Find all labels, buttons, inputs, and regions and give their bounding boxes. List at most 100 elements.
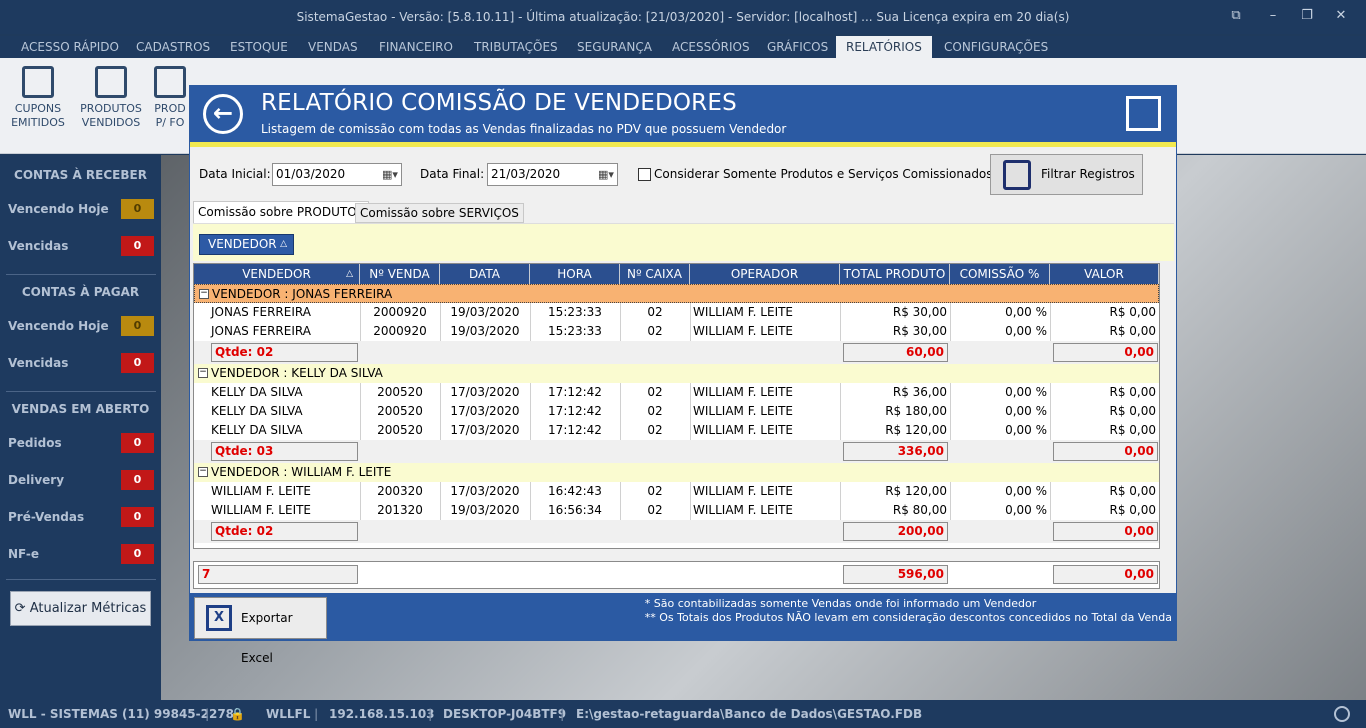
collapse-icon[interactable]: − xyxy=(199,289,209,299)
menu-estoque[interactable]: ESTOQUE xyxy=(220,36,298,58)
col-vendedor[interactable]: VENDEDOR △ xyxy=(194,264,360,284)
table-cell: 200320 xyxy=(377,484,423,498)
receber-title: CONTAS À RECEBER xyxy=(14,168,147,182)
column-divider xyxy=(690,501,691,520)
table-row[interactable]: WILLIAM F. LEITE 200320 17/03/2020 16:42:43… xyxy=(194,482,1159,501)
column-divider xyxy=(530,303,531,322)
column-divider xyxy=(620,421,621,440)
menu-relatorios[interactable]: RELATÓRIOS xyxy=(836,36,932,58)
group-summary-row: Qtde: 02 60,00 0,00 xyxy=(194,341,1159,364)
table-cell: 16:56:34 xyxy=(548,503,602,517)
table-cell: 02 xyxy=(647,484,663,498)
atualizar-metricas-button[interactable]: ⟳ Atualizar Métricas xyxy=(10,591,151,626)
report-dialog: ← RELATÓRIO COMISSÃO DE VENDEDORES Lista… xyxy=(189,85,1177,665)
group-row[interactable]: − VENDEDOR : JONAS FERREIRA xyxy=(194,284,1159,303)
col-valor-comissao[interactable]: VALOR COMISSÃO xyxy=(1050,264,1159,301)
table-cell: 17:12:42 xyxy=(548,423,602,437)
menu-tributacoes[interactable]: TRIBUTAÇÕES xyxy=(464,36,568,58)
date-end-field[interactable]: 21/03/2020 ▦▾ xyxy=(487,163,618,186)
menu-graficos[interactable]: GRÁFICOS xyxy=(757,36,838,58)
tab-servicos[interactable]: Comissão sobre SERVIÇOS xyxy=(355,203,524,223)
table-cell: 2000920 xyxy=(373,305,427,319)
column-divider xyxy=(530,421,531,440)
table-cell: R$ 0,00 xyxy=(1109,423,1156,437)
pre-vendas-row[interactable]: Pré-Vendas 0 xyxy=(8,507,154,527)
col-numero-venda[interactable]: Nº VENDA xyxy=(360,264,440,284)
table-cell: R$ 0,00 xyxy=(1109,484,1156,498)
table-row[interactable]: JONAS FERREIRA 2000920 19/03/2020 15:23:33 0… xyxy=(194,322,1159,341)
accent-line xyxy=(190,142,1176,147)
column-divider xyxy=(690,402,691,421)
group-chip-vendedor[interactable]: VENDEDOR △ xyxy=(199,234,294,255)
col-data[interactable]: DATA xyxy=(440,264,530,284)
col-operador[interactable]: OPERADOR xyxy=(690,264,840,284)
cupons-emitidos-button[interactable]: CUPONS EMITIDOS xyxy=(6,64,70,144)
table-row[interactable]: KELLY DA SILVA 200520 17/03/2020 17:12:42 02… xyxy=(194,383,1159,402)
table-cell: 02 xyxy=(647,385,663,399)
restore-icon[interactable]: ⧉ xyxy=(1227,8,1245,24)
column-divider xyxy=(440,402,441,421)
calendar-icon[interactable]: ▦▾ xyxy=(598,167,614,182)
comissionados-checkbox[interactable] xyxy=(638,168,651,181)
table-row[interactable]: KELLY DA SILVA 200520 17/03/2020 17:12:42 02… xyxy=(194,402,1159,421)
divider xyxy=(6,579,156,580)
receipt-icon xyxy=(22,66,54,98)
group-row[interactable]: − VENDEDOR : WILLIAM F. LEITE xyxy=(194,463,1159,482)
col-hora[interactable]: HORA xyxy=(530,264,620,284)
date-start-field[interactable]: 01/03/2020 ▦▾ xyxy=(272,163,402,186)
menu-acesso-rapido[interactable]: ACESSO RÁPIDO xyxy=(11,36,129,58)
menu-acessorios[interactable]: ACESSÓRIOS xyxy=(662,36,760,58)
pagar-hoje-row[interactable]: Vencendo Hoje 0 xyxy=(8,316,154,336)
table-cell: KELLY DA SILVA xyxy=(211,385,303,399)
collapse-icon[interactable]: − xyxy=(198,368,208,378)
calendar-icon[interactable]: ▦▾ xyxy=(382,167,398,182)
info-icon[interactable] xyxy=(1334,706,1350,722)
receber-vencidas-row[interactable]: Vencidas 0 xyxy=(8,236,154,256)
collapse-icon[interactable]: − xyxy=(198,467,208,477)
col-caixa[interactable]: Nº CAIXA xyxy=(620,264,690,284)
group-by-panel: VENDEDOR △ xyxy=(193,223,1174,261)
nfe-row[interactable]: NF-e 0 xyxy=(8,544,154,564)
table-cell: 17/03/2020 xyxy=(450,423,520,437)
column-divider xyxy=(530,482,531,501)
tab-produtos[interactable]: Comissão sobre PRODUTOS xyxy=(193,201,370,223)
menu-cadastros[interactable]: CADASTROS xyxy=(126,36,220,58)
dialog-footer: X Exportar Excel * São contabilizadas som… xyxy=(190,593,1176,665)
table-cell: KELLY DA SILVA xyxy=(211,404,303,418)
exportar-excel-button[interactable]: X Exportar Excel xyxy=(194,597,327,665)
filtrar-registros-button[interactable]: Filtrar Registros xyxy=(990,154,1143,195)
group-row[interactable]: − VENDEDOR : KELLY DA SILVA xyxy=(194,364,1159,383)
close-button[interactable]: ✕ xyxy=(1332,8,1350,24)
group-count: Qtde: 03 xyxy=(211,442,358,461)
col-comissao[interactable]: COMISSÃO % xyxy=(950,264,1050,284)
back-arrow-icon[interactable]: ← xyxy=(203,94,243,134)
col-total-produto[interactable]: TOTAL PRODUTO xyxy=(840,264,950,284)
maximize-button[interactable]: ❐ xyxy=(1298,8,1316,24)
table-cell: 17/03/2020 xyxy=(450,484,520,498)
table-cell: 0,00 % xyxy=(1005,404,1047,418)
group-count: Qtde: 02 xyxy=(211,522,358,541)
table-row[interactable]: KELLY DA SILVA 200520 17/03/2020 17:12:42 02… xyxy=(194,421,1159,440)
menu-configuracoes[interactable]: CONFIGURAÇÕES xyxy=(934,36,1058,58)
table-row[interactable]: JONAS FERREIRA 2000920 19/03/2020 15:23:33 0… xyxy=(194,303,1159,322)
table-row[interactable]: WILLIAM F. LEITE 201320 19/03/2020 16:56:34… xyxy=(194,501,1159,520)
menu-seguranca[interactable]: SEGURANÇA xyxy=(567,36,662,58)
table-cell: R$ 120,00 xyxy=(885,484,947,498)
group-summary-row: Qtde: 03 336,00 0,00 xyxy=(194,440,1159,463)
receber-hoje-row[interactable]: Vencendo Hoje 0 xyxy=(8,199,154,219)
column-divider xyxy=(950,402,951,421)
pedidos-row[interactable]: Pedidos 0 xyxy=(8,433,154,453)
produtos-fornecedor-button[interactable]: PROD P/ FO xyxy=(152,64,188,144)
produtos-vendidos-button[interactable]: PRODUTOS VENDIDOS xyxy=(79,64,143,144)
column-divider xyxy=(690,482,691,501)
menu-vendas[interactable]: VENDAS xyxy=(298,36,368,58)
menu-financeiro[interactable]: FINANCEIRO xyxy=(369,36,463,58)
maximize-dialog-button[interactable] xyxy=(1126,96,1161,131)
count-badge: 0 xyxy=(121,316,154,336)
table-cell: 201320 xyxy=(377,503,423,517)
minimize-button[interactable]: – xyxy=(1264,8,1282,24)
delivery-row[interactable]: Delivery 0 xyxy=(8,470,154,490)
pagar-vencidas-row[interactable]: Vencidas 0 xyxy=(8,353,154,373)
table-cell: R$ 36,00 xyxy=(892,385,947,399)
table-cell: WILLIAM F. LEITE xyxy=(693,503,794,517)
